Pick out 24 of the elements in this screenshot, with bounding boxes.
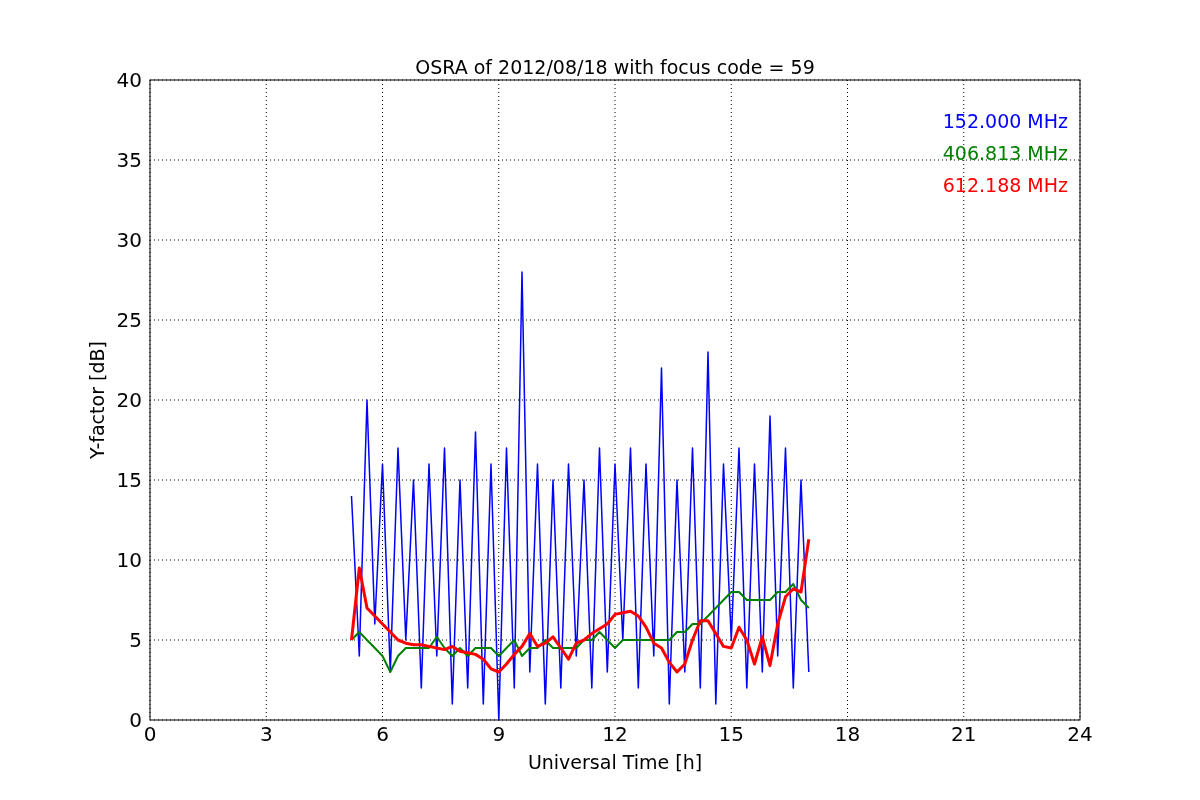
- y-tick-label: 25: [116, 308, 142, 332]
- x-tick-label: 18: [834, 722, 861, 746]
- x-tick-label: 24: [1067, 722, 1093, 746]
- y-tick-label: 15: [116, 468, 142, 492]
- y-tick-label: 5: [129, 628, 142, 652]
- x-tick-label: 0: [143, 722, 157, 746]
- y-tick-label: 10: [116, 548, 142, 572]
- x-tick-label: 21: [951, 722, 977, 746]
- x-tick-label: 6: [376, 722, 389, 746]
- x-tick-label: 15: [718, 722, 744, 746]
- y-axis-label: Y-factor [dB]: [86, 341, 108, 459]
- legend-label: 406.813 MHz: [942, 142, 1068, 164]
- legend-label: 612.188 MHz: [942, 174, 1068, 196]
- legend-label: 152.000 MHz: [942, 110, 1068, 132]
- x-axis-label: Universal Time [h]: [527, 751, 703, 773]
- y-tick-label: 35: [116, 148, 142, 172]
- y-tick-label: 40: [116, 68, 142, 92]
- chart-title: OSRA of 2012/08/18 with focus code = 59: [415, 56, 815, 78]
- x-tick-label: 3: [259, 722, 273, 746]
- y-tick-label: 0: [129, 708, 142, 732]
- x-tick-label: 9: [492, 722, 506, 746]
- y-tick-label: 20: [116, 388, 142, 412]
- x-tick-label: 12: [602, 722, 628, 746]
- y-tick-label: 30: [116, 228, 142, 252]
